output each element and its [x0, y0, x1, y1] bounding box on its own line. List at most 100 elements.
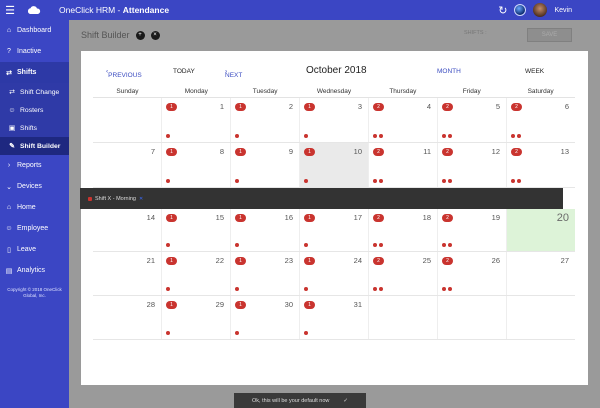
- calendar-day-cell[interactable]: 19 2: [438, 209, 507, 251]
- shift-dot[interactable]: [166, 331, 170, 335]
- shift-count-badge[interactable]: 2: [511, 148, 522, 156]
- shift-count-badge[interactable]: 1: [235, 301, 246, 309]
- calendar-day-cell[interactable]: 11: [162, 98, 231, 142]
- shift-dot[interactable]: [511, 179, 515, 183]
- calendar-day-cell[interactable]: 29 1: [162, 296, 231, 339]
- shift-count-badge[interactable]: 2: [442, 103, 453, 111]
- shift-dot[interactable]: [166, 179, 170, 183]
- calendar-day-cell[interactable]: 11 2: [369, 143, 438, 187]
- shift-count-badge[interactable]: 1: [166, 301, 177, 309]
- sidebar-item-shifts[interactable]: ⇄ Shifts: [0, 62, 69, 83]
- shift-dot[interactable]: [511, 134, 515, 138]
- calendar-day-cell[interactable]: 31 1: [300, 296, 369, 339]
- calendar-day-cell[interactable]: 22 1: [162, 252, 231, 295]
- close-icon[interactable]: ×: [150, 30, 160, 40]
- calendar-day-cell[interactable]: 21: [93, 252, 162, 295]
- calendar-day-cell[interactable]: [93, 98, 162, 142]
- sidebar-item-analytics[interactable]: ▤ Analytics: [0, 260, 69, 281]
- calendar-day-cell[interactable]: 31: [300, 98, 369, 142]
- calendar-day-cell[interactable]: 12 2: [438, 143, 507, 187]
- shift-count-badge[interactable]: 2: [511, 103, 522, 111]
- shift-dot[interactable]: [235, 243, 239, 247]
- expanded-event-close[interactable]: ✕: [139, 196, 143, 202]
- calendar-day-cell[interactable]: 17 1: [300, 209, 369, 251]
- calendar-day-cell[interactable]: 23 1: [231, 252, 300, 295]
- sidebar-item-rosters[interactable]: ☺ Rosters: [0, 101, 69, 119]
- calendar-day-cell[interactable]: 13 2: [507, 143, 575, 187]
- shift-dot[interactable]: [166, 287, 170, 291]
- month-view-button[interactable]: MONTH: [437, 68, 461, 75]
- shift-dot[interactable]: [304, 287, 308, 291]
- today-button[interactable]: TODAY: [173, 68, 195, 75]
- shift-dot[interactable]: [517, 134, 521, 138]
- shift-count-badge[interactable]: 1: [235, 214, 246, 222]
- shift-count-badge[interactable]: 1: [235, 257, 246, 265]
- calendar-day-cell[interactable]: 62: [507, 98, 575, 142]
- shift-dot[interactable]: [448, 179, 452, 183]
- shift-count-badge[interactable]: 1: [235, 103, 246, 111]
- shift-dot[interactable]: [442, 134, 446, 138]
- shift-count-badge[interactable]: 1: [166, 257, 177, 265]
- shift-dot[interactable]: [304, 134, 308, 138]
- calendar-day-cell[interactable]: 25 2: [369, 252, 438, 295]
- calendar-day-cell[interactable]: 10 1: [300, 143, 369, 187]
- shift-dot[interactable]: [235, 287, 239, 291]
- shift-count-badge[interactable]: 2: [442, 214, 453, 222]
- calendar-day-cell[interactable]: [369, 296, 438, 339]
- sidebar-item-employee[interactable]: ☺ Employee: [0, 218, 69, 239]
- shift-dot[interactable]: [304, 243, 308, 247]
- shift-dot[interactable]: [448, 287, 452, 291]
- shift-count-badge[interactable]: 1: [304, 148, 315, 156]
- hamburger-menu-icon[interactable]: ☰: [1, 4, 19, 17]
- shift-dot[interactable]: [235, 331, 239, 335]
- shift-dot[interactable]: [442, 179, 446, 183]
- sidebar-item-shifts-list[interactable]: ▣ Shifts: [0, 119, 69, 137]
- shift-dot[interactable]: [448, 243, 452, 247]
- sidebar-item-shift-builder[interactable]: ✎ Shift Builder: [0, 137, 69, 155]
- shift-count-badge[interactable]: 1: [235, 148, 246, 156]
- calendar-day-cell[interactable]: 81: [162, 143, 231, 187]
- shifts-selector-label[interactable]: SHIFTS :: [464, 30, 487, 36]
- next-button[interactable]: NEXT ›: [225, 68, 242, 79]
- shift-count-badge[interactable]: 2: [373, 214, 384, 222]
- shift-dot[interactable]: [379, 287, 383, 291]
- shift-dot[interactable]: [379, 243, 383, 247]
- sidebar-item-inactive[interactable]: ? Inactive: [0, 41, 69, 62]
- shift-dot[interactable]: [373, 134, 377, 138]
- shift-dot[interactable]: [235, 134, 239, 138]
- shift-count-badge[interactable]: 2: [373, 257, 384, 265]
- shift-dot[interactable]: [166, 243, 170, 247]
- shift-dot[interactable]: [304, 331, 308, 335]
- sidebar-item-home[interactable]: ⌂ Home: [0, 197, 69, 218]
- calendar-day-cell[interactable]: 26 2: [438, 252, 507, 295]
- shift-dot[interactable]: [379, 179, 383, 183]
- shift-count-badge[interactable]: 2: [373, 148, 384, 156]
- avatar[interactable]: [533, 3, 548, 17]
- globe-icon[interactable]: [514, 4, 527, 16]
- shift-count-badge[interactable]: 1: [166, 214, 177, 222]
- calendar-day-cell[interactable]: 20: [507, 209, 575, 251]
- shift-count-badge[interactable]: 1: [304, 257, 315, 265]
- calendar-day-cell[interactable]: 91: [231, 143, 300, 187]
- shift-count-badge[interactable]: 1: [166, 103, 177, 111]
- sidebar-item-leave[interactable]: ▯ Leave: [0, 239, 69, 260]
- shift-dot[interactable]: [373, 287, 377, 291]
- shift-count-badge[interactable]: 2: [442, 257, 453, 265]
- calendar-day-cell[interactable]: 52: [438, 98, 507, 142]
- save-button[interactable]: SAVE: [527, 28, 572, 42]
- calendar-day-cell[interactable]: 14: [93, 209, 162, 251]
- shift-dot[interactable]: [442, 287, 446, 291]
- week-view-button[interactable]: WEEK: [525, 68, 544, 75]
- sidebar-item-dashboard[interactable]: ⌂ Dashboard: [0, 20, 69, 41]
- refresh-icon[interactable]: ↻: [498, 4, 507, 17]
- calendar-day-cell[interactable]: 28: [93, 296, 162, 339]
- shift-count-badge[interactable]: 1: [304, 103, 315, 111]
- shift-count-badge[interactable]: 1: [166, 148, 177, 156]
- calendar-day-cell[interactable]: 42: [369, 98, 438, 142]
- calendar-day-cell[interactable]: 7: [93, 143, 162, 187]
- shift-count-badge[interactable]: 1: [304, 214, 315, 222]
- shift-dot[interactable]: [442, 243, 446, 247]
- calendar-day-cell[interactable]: [507, 296, 575, 339]
- calendar-day-cell[interactable]: 21: [231, 98, 300, 142]
- previous-button[interactable]: ‹ PREVIOUS: [106, 68, 142, 79]
